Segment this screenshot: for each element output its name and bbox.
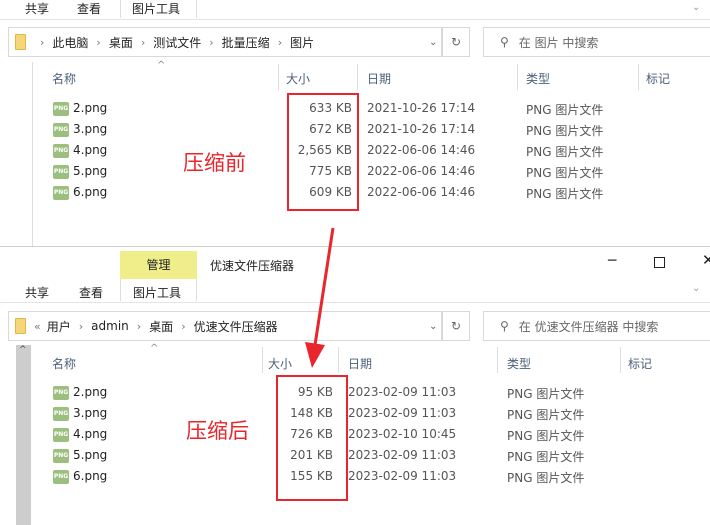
arrow-annotation: [305, 227, 335, 368]
